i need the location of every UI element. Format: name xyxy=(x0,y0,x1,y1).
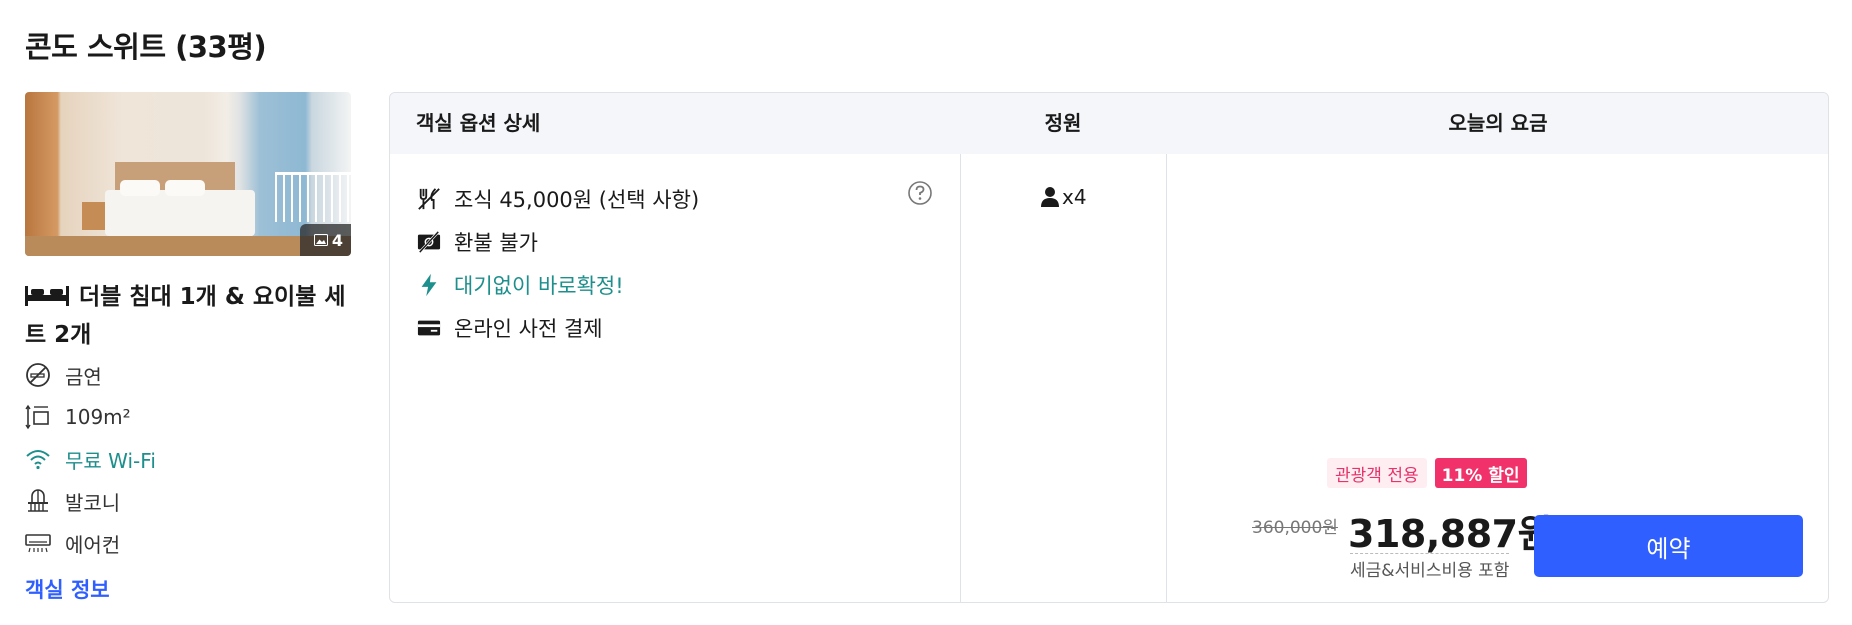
amenity-wifi: 무료 Wi-Fi xyxy=(25,438,351,480)
column-divider xyxy=(960,154,961,602)
amenity-label: 발코니 xyxy=(65,490,121,515)
room-size-icon xyxy=(25,404,51,430)
balcony-icon xyxy=(25,488,51,514)
column-divider xyxy=(1166,154,1167,602)
photo-bed xyxy=(105,190,255,236)
air-conditioner-icon xyxy=(25,530,51,556)
lightning-icon xyxy=(416,272,442,298)
room-info-link[interactable]: 객실 정보 xyxy=(25,574,110,604)
amenity-no-smoking: 금연 xyxy=(25,354,351,396)
bed-type: 더블 침대 1개 & 요이불 세트 2개 xyxy=(25,278,351,354)
amenity-label: 에어컨 xyxy=(65,532,121,557)
room-options-table: 객실 옵션 상세 정원 오늘의 요금 조식 45,000원 (선택 사항) 환불… xyxy=(389,92,1829,603)
bed-icon xyxy=(25,286,69,306)
amenity-label: 무료 Wi-Fi xyxy=(65,448,156,473)
amenity-balcony: 발코니 xyxy=(25,480,351,522)
photo-count-badge[interactable]: 4 xyxy=(299,224,351,256)
option-list: 조식 45,000원 (선택 사항) 환불 불가 대기없이 바로확정! 온라인 … xyxy=(416,177,936,349)
original-price: 360,000원 xyxy=(1252,518,1338,538)
header-options: 객실 옵션 상세 xyxy=(416,111,541,135)
amenity-room-size: 109m² xyxy=(25,396,351,438)
room-title: 콘도 스위트 (33평) xyxy=(25,30,267,64)
room-photo[interactable]: 4 xyxy=(25,92,351,256)
gallery-icon xyxy=(313,234,328,246)
tourist-badge: 관광객 전용 xyxy=(1327,458,1427,488)
wifi-icon xyxy=(25,446,51,472)
header-rate: 오늘의 요금 xyxy=(1448,111,1548,135)
header-capacity: 정원 xyxy=(1044,111,1082,135)
bed-type-label: 더블 침대 1개 & 요이불 세트 2개 xyxy=(25,284,346,348)
final-price: 318,887원 xyxy=(1348,512,1553,556)
promo-badges: 관광객 전용 11% 할인 xyxy=(1327,458,1527,488)
book-button[interactable]: 예약 xyxy=(1534,515,1803,577)
price-note: 세금&서비스비용 포함 xyxy=(1350,553,1510,581)
discount-badge: 11% 할인 xyxy=(1434,458,1527,488)
breakfast-icon xyxy=(416,186,442,212)
card-icon xyxy=(416,315,442,341)
help-icon[interactable] xyxy=(907,180,933,206)
option-instant-confirm: 대기없이 바로확정! xyxy=(416,263,936,306)
non-refundable-icon xyxy=(416,229,442,255)
option-non-refundable: 환불 불가 xyxy=(416,220,936,263)
amenity-air-conditioner: 에어컨 xyxy=(25,522,351,564)
photo-count: 4 xyxy=(331,230,343,250)
capacity: x4 xyxy=(1040,185,1087,209)
option-label: 대기없이 바로확정! xyxy=(454,273,624,298)
capacity-value: x4 xyxy=(1062,185,1087,209)
room-summary: 4 더블 침대 1개 & 요이불 세트 2개 금연 109m² 무료 Wi-Fi… xyxy=(25,92,351,604)
photo-balcony-rail xyxy=(275,172,351,222)
amenity-label: 109m² xyxy=(65,405,131,429)
amenity-label: 금연 xyxy=(65,364,102,389)
option-breakfast: 조식 45,000원 (선택 사항) xyxy=(416,177,936,220)
photo-pillow xyxy=(165,180,205,196)
person-icon xyxy=(1041,187,1059,207)
option-online-payment: 온라인 사전 결제 xyxy=(416,306,936,349)
photo-pillow xyxy=(120,180,160,196)
option-label: 온라인 사전 결제 xyxy=(454,316,603,341)
option-label: 조식 45,000원 (선택 사항) xyxy=(454,187,700,212)
option-label: 환불 불가 xyxy=(454,230,538,255)
table-header: 객실 옵션 상세 정원 오늘의 요금 xyxy=(390,93,1828,154)
no-smoking-icon xyxy=(25,362,51,388)
